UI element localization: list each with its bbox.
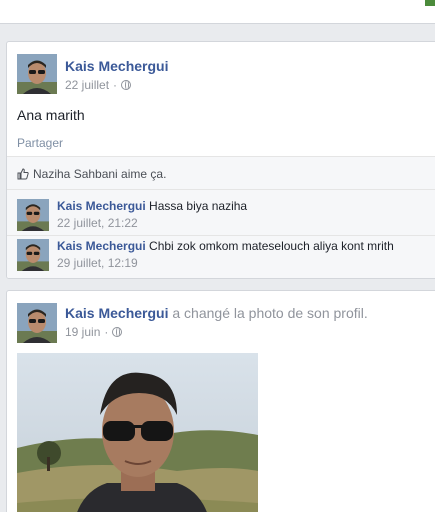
- post-header: Kais Mechergui a changé la photo de son …: [65, 305, 368, 321]
- profile-photo-post: Kais Mechergui a changé la photo de son …: [6, 290, 435, 512]
- share-link[interactable]: Partager: [17, 136, 63, 150]
- author-avatar[interactable]: [17, 303, 57, 343]
- like-thumb-icon: [17, 168, 29, 180]
- commenter-avatar[interactable]: [17, 239, 49, 271]
- post-action-text: a changé la photo de son profil.: [172, 305, 368, 321]
- comment-item: Kais Mechergui Chbi zok omkom mateselouc…: [17, 239, 435, 273]
- commenter-avatar[interactable]: [17, 199, 49, 231]
- author-avatar[interactable]: [17, 54, 57, 94]
- comment-text: Chbi zok omkom mateselouch aliya kont mr…: [149, 239, 394, 253]
- comment-date-link[interactable]: 29 juillet, 12:19: [57, 256, 138, 270]
- author-name-link[interactable]: Kais Mechergui: [65, 305, 168, 321]
- divider: [7, 189, 435, 190]
- author-name-link[interactable]: Kais Mechergui: [65, 58, 168, 74]
- globe-icon[interactable]: [121, 80, 132, 90]
- globe-icon[interactable]: [112, 327, 123, 337]
- post-meta: 19 juin ·: [65, 325, 123, 339]
- previous-post-card: [0, 0, 435, 24]
- commenter-name-link[interactable]: Kais Mechergui: [57, 199, 146, 213]
- comment-item: Kais Mechergui Hassa biya naziha 22 juil…: [17, 199, 435, 233]
- post-meta: 22 juillet ·: [65, 78, 132, 92]
- comment-text: Hassa biya naziha: [149, 199, 248, 213]
- post-text: Ana marith: [17, 107, 85, 123]
- profile-photo[interactable]: [17, 353, 258, 512]
- like-text[interactable]: Naziha Sahbani aime ça.: [33, 167, 166, 181]
- post-date-link[interactable]: 22 juillet: [65, 78, 109, 92]
- status-post: Kais Mechergui 22 juillet · Ana marith P…: [6, 41, 435, 279]
- green-badge: [425, 0, 435, 6]
- post-date-link[interactable]: 19 juin: [65, 325, 100, 339]
- comment-date-link[interactable]: 22 juillet, 21:22: [57, 216, 138, 230]
- feedback-section: Naziha Sahbani aime ça. Kais Mechergui H…: [7, 156, 435, 278]
- like-summary: Naziha Sahbani aime ça.: [17, 167, 166, 181]
- comment-body: Kais Mechergui Chbi zok omkom mateselouc…: [57, 239, 394, 253]
- comment-body: Kais Mechergui Hassa biya naziha: [57, 199, 247, 213]
- commenter-name-link[interactable]: Kais Mechergui: [57, 239, 146, 253]
- divider: [7, 235, 435, 236]
